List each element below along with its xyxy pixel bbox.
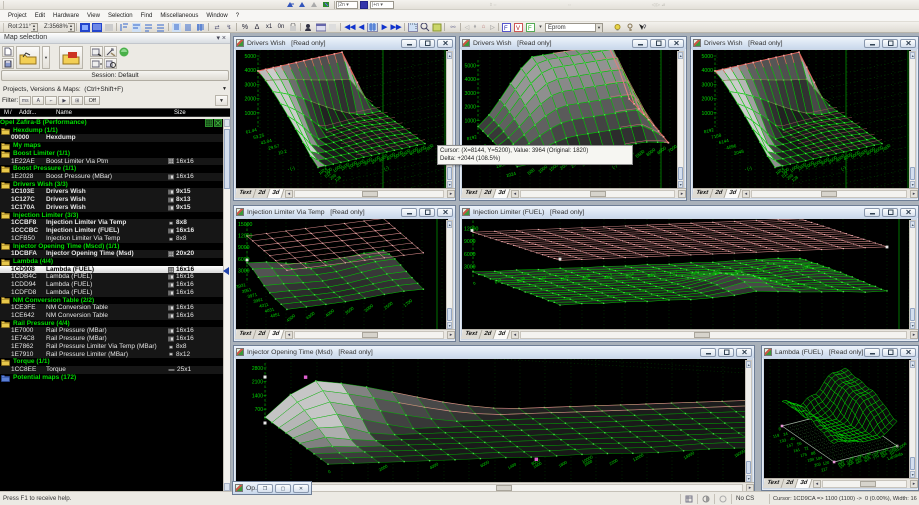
svg-text:F: F bbox=[528, 26, 532, 32]
svg-text:6000: 6000 bbox=[645, 147, 656, 157]
svg-text:1400: 1400 bbox=[252, 394, 263, 400]
svg-text:5000: 5000 bbox=[464, 64, 476, 70]
svg-text:14000: 14000 bbox=[683, 450, 696, 460]
svg-text:9000: 9000 bbox=[238, 245, 250, 251]
svg-text:8192: 8192 bbox=[703, 127, 714, 134]
svg-text:- (-): - (-) bbox=[287, 165, 296, 172]
svg-text:3500: 3500 bbox=[344, 305, 355, 315]
svg-text:4500: 4500 bbox=[285, 313, 296, 323]
svg-text:6000: 6000 bbox=[464, 252, 476, 258]
svg-text:500: 500 bbox=[527, 167, 536, 176]
svg-text:4000: 4000 bbox=[701, 68, 713, 74]
svg-text:700: 700 bbox=[255, 407, 264, 413]
svg-text:0: 0 bbox=[327, 469, 332, 475]
svg-text:0: 0 bbox=[472, 280, 477, 286]
svg-text:4300: 4300 bbox=[305, 310, 316, 320]
svg-text:2048: 2048 bbox=[733, 148, 744, 155]
svg-text:1000: 1000 bbox=[244, 111, 256, 117]
svg-text:4000: 4000 bbox=[324, 308, 335, 318]
svg-text:2000: 2000 bbox=[244, 97, 256, 103]
svg-text:1000: 1000 bbox=[464, 118, 476, 124]
svg-text:3000: 3000 bbox=[464, 264, 476, 270]
svg-text:- (-): - (-) bbox=[744, 165, 753, 172]
svg-text:10.2: 10.2 bbox=[278, 149, 288, 156]
svg-text:5000: 5000 bbox=[701, 54, 713, 60]
svg-text:5000: 5000 bbox=[244, 54, 256, 60]
svg-text:?: ? bbox=[643, 25, 647, 31]
svg-text:1400: 1400 bbox=[507, 461, 518, 470]
svg-text:4000: 4000 bbox=[429, 461, 440, 470]
svg-text:2500: 2500 bbox=[383, 300, 394, 310]
svg-text:120: 120 bbox=[822, 460, 830, 467]
svg-text:1800: 1800 bbox=[558, 459, 569, 468]
svg-text:5500: 5500 bbox=[635, 148, 646, 158]
svg-text:217: 217 bbox=[821, 466, 829, 473]
svg-text:72: 72 bbox=[804, 445, 810, 451]
svg-text:2000: 2000 bbox=[464, 105, 476, 111]
svg-text:9000: 9000 bbox=[464, 239, 476, 245]
svg-text:3000: 3000 bbox=[244, 82, 256, 88]
svg-text:2100: 2100 bbox=[252, 380, 263, 386]
svg-text:2000: 2000 bbox=[701, 97, 713, 103]
svg-text:4000: 4000 bbox=[244, 68, 256, 74]
svg-text:4096: 4096 bbox=[726, 143, 737, 150]
svg-text:4051: 4051 bbox=[270, 311, 281, 318]
svg-text:3000: 3000 bbox=[238, 268, 250, 274]
svg-text:56: 56 bbox=[797, 440, 803, 446]
svg-text:6500: 6500 bbox=[656, 145, 667, 155]
svg-text:2200: 2200 bbox=[608, 457, 619, 466]
svg-text:2800: 2800 bbox=[252, 366, 263, 372]
svg-text:15000: 15000 bbox=[238, 222, 253, 228]
svg-text:V: V bbox=[516, 26, 520, 32]
svg-text:4000: 4000 bbox=[464, 77, 476, 83]
svg-text:24: 24 bbox=[783, 431, 789, 437]
svg-text:40: 40 bbox=[790, 436, 796, 442]
svg-text:8192: 8192 bbox=[466, 134, 477, 141]
svg-text:3000: 3000 bbox=[701, 82, 713, 88]
svg-text:3000: 3000 bbox=[363, 303, 374, 313]
svg-text:1000: 1000 bbox=[537, 164, 548, 174]
svg-text:88: 88 bbox=[810, 450, 816, 456]
svg-text:1000: 1000 bbox=[701, 111, 713, 117]
svg-text:6000: 6000 bbox=[479, 459, 490, 468]
svg-text:1700: 1700 bbox=[402, 298, 413, 308]
svg-text:1024: 1024 bbox=[506, 171, 517, 178]
svg-text:F: F bbox=[504, 26, 508, 32]
svg-text:3000: 3000 bbox=[464, 91, 476, 97]
svg-text:2000: 2000 bbox=[378, 463, 389, 472]
svg-text:7168: 7168 bbox=[711, 132, 722, 139]
